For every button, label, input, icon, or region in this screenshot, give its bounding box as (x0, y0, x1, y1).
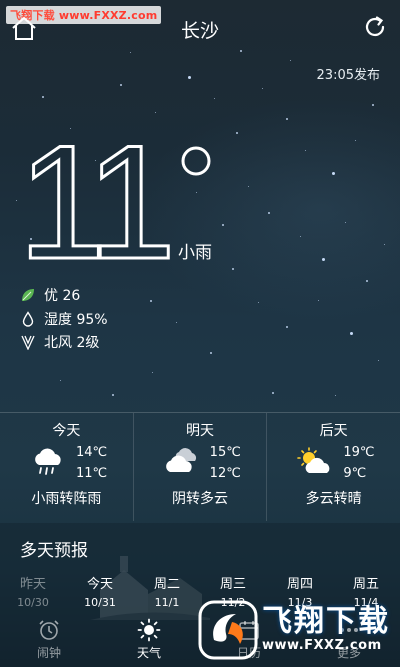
forecast-low: 12℃ (209, 466, 241, 481)
degree-symbol (181, 146, 211, 176)
three-day-forecast: 今天 14℃ 11℃ 小雨转阵雨 明天 15℃ 12℃ 阴转多云 后天 19℃ … (0, 413, 400, 521)
watermark-logo-icon (198, 600, 258, 660)
alarm-clock-icon (39, 620, 59, 640)
forecast-desc: 阴转多云 (172, 491, 228, 507)
multi-day-title: 多天预报 (20, 541, 88, 561)
city-name[interactable]: 长沙 (0, 16, 400, 43)
tab-alarm[interactable]: 闹钟 (19, 618, 79, 661)
day-name: 昨天 (19, 577, 46, 592)
forecast-low: 11℃ (76, 466, 108, 481)
partly-cloudy-icon (297, 447, 330, 473)
leaf-icon (22, 289, 34, 301)
water-drop-icon (22, 311, 34, 327)
humidity-text: 湿度 95% (44, 312, 108, 328)
day-name: 周四 (286, 577, 313, 592)
day-name: 周二 (153, 577, 180, 592)
sun-icon (137, 618, 161, 642)
day-name: 周五 (352, 577, 379, 592)
day-date: 10/31 (84, 596, 116, 609)
current-temperature: 11 (18, 140, 178, 260)
wind-icon (21, 335, 35, 350)
forecast-high: 19℃ (343, 445, 375, 460)
day-item[interactable]: 今天 10/31 (75, 573, 125, 609)
tab-label: 天气 (136, 646, 161, 660)
forecast-high: 15℃ (209, 445, 241, 460)
forecast-low: 9℃ (343, 466, 367, 481)
watermark-logo-url: www.FXXZ.com (262, 638, 382, 653)
rain-cloud-icon (35, 448, 61, 475)
tab-weather[interactable]: 天气 (119, 618, 179, 661)
aqi-text: 优 26 (44, 288, 81, 304)
day-item[interactable]: 周二 11/1 (142, 573, 192, 609)
forecast-today[interactable]: 今天 14℃ 11℃ 小雨转阵雨 (0, 413, 133, 521)
day-name: 周三 (219, 577, 246, 592)
forecast-day: 明天 (186, 423, 214, 439)
forecast-desc: 小雨转阵雨 (31, 491, 102, 507)
refresh-icon[interactable] (362, 14, 388, 40)
forecast-desc: 多云转晴 (305, 491, 362, 507)
day-date: 11/1 (154, 596, 180, 609)
forecast-tomorrow[interactable]: 明天 15℃ 12℃ 阴转多云 (132, 413, 267, 521)
day-date: 10/30 (17, 596, 49, 609)
aqi-row[interactable]: 优 26 (20, 285, 80, 305)
current-temperature-value: 11 (18, 140, 169, 260)
day-item[interactable]: 昨天 10/30 (8, 573, 58, 609)
forecast-day: 后天 (319, 423, 348, 439)
wind-row: 北风 2级 (20, 332, 99, 352)
tab-label: 闹钟 (36, 646, 61, 660)
forecast-high: 14℃ (76, 445, 108, 460)
watermark-logo: 飞翔下载 www.FXXZ.com (196, 594, 400, 667)
watermark-logo-text: 飞翔下载 (262, 604, 390, 639)
weather-app: 飞翔下载 www.FXXZ.com 长沙 23:05发布 11 小雨 优 26 … (0, 0, 400, 667)
overcast-cloud-icon (165, 448, 196, 472)
forecast-day-after[interactable]: 后天 19℃ 9℃ 多云转晴 (266, 413, 400, 521)
forecast-day: 今天 (52, 423, 81, 439)
wind-text: 北风 2级 (44, 335, 100, 351)
current-condition: 小雨 (178, 243, 212, 263)
publish-time: 23:05发布 (316, 68, 380, 83)
day-name: 今天 (86, 577, 113, 592)
humidity-row: 湿度 95% (20, 309, 108, 329)
